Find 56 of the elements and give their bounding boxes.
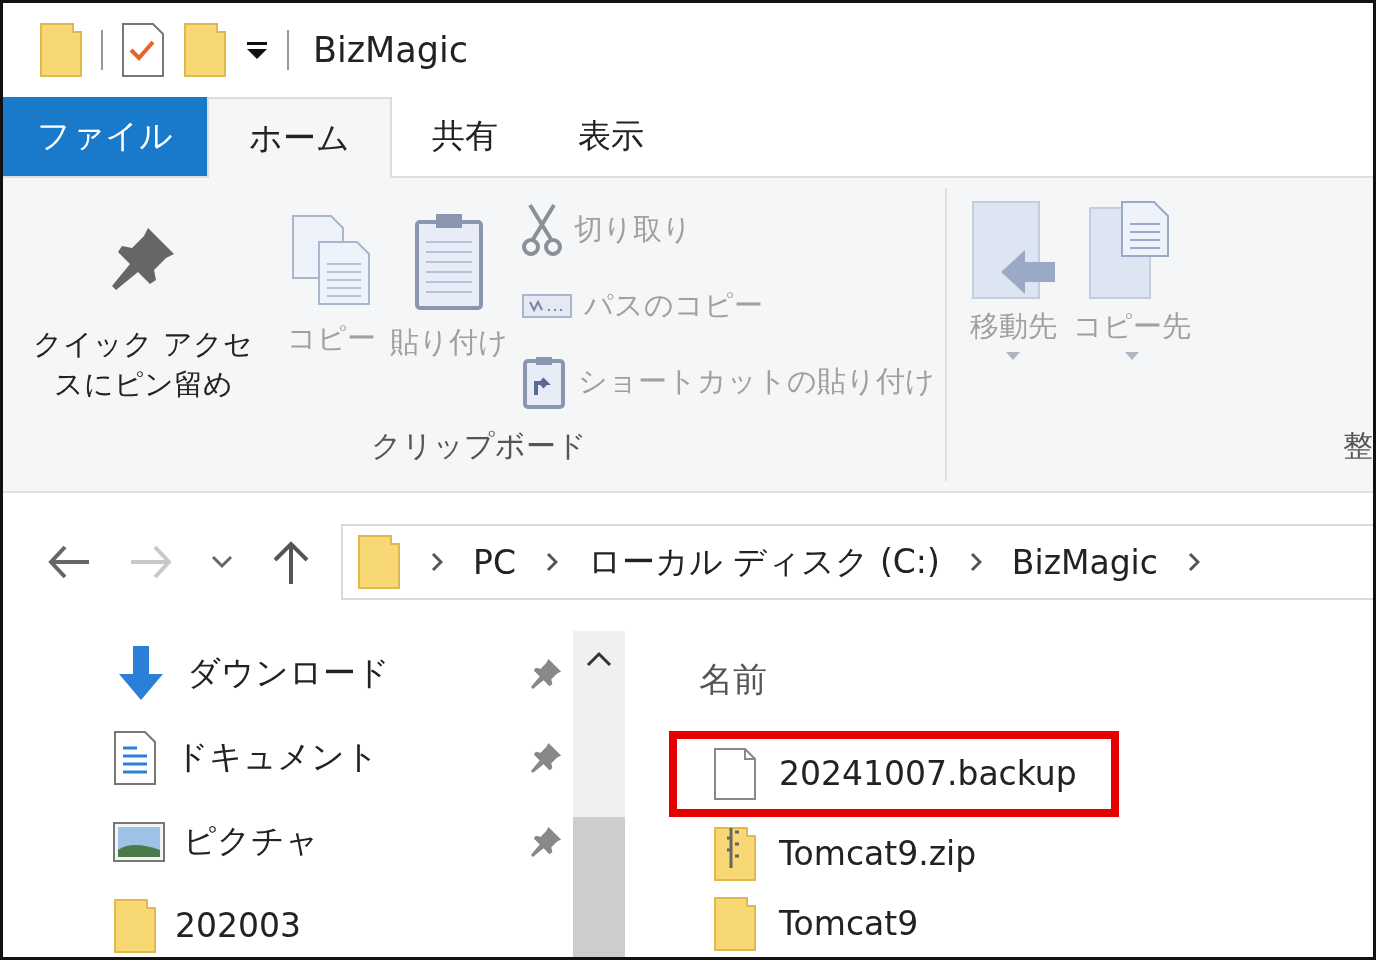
- button-label: コピー: [287, 319, 376, 357]
- chevron-up-icon[interactable]: [586, 651, 612, 667]
- chevron-right-icon: [545, 552, 558, 573]
- ribbon-tab[interactable]: 共有: [392, 96, 538, 176]
- file-name: Tomcat9: [779, 904, 919, 944]
- dropdown-icon[interactable]: [245, 39, 269, 60]
- column-header[interactable]: 名前: [669, 631, 1373, 727]
- button-label: 移動先: [969, 307, 1057, 345]
- folder-icon: [713, 896, 757, 952]
- dropdown-arrow-icon: [1006, 352, 1020, 361]
- breadcrumb[interactable]: PC: [473, 542, 516, 582]
- window-title: BizMagic: [313, 29, 468, 70]
- button-label: パスのコピー: [584, 286, 763, 324]
- breadcrumb[interactable]: ローカル ディスク (C:): [587, 539, 940, 585]
- chevron-right-icon: [969, 552, 982, 573]
- folder-icon: [113, 898, 157, 954]
- scrollbar-thumb[interactable]: [573, 817, 625, 957]
- file-row[interactable]: Tomcat9: [669, 891, 1119, 957]
- breadcrumb[interactable]: BizMagic: [1011, 542, 1158, 582]
- file-icon: [713, 747, 757, 801]
- path-icon: [522, 293, 572, 318]
- clipboard-icon: [414, 211, 484, 312]
- scrollbar[interactable]: [573, 631, 625, 957]
- nav-item[interactable]: 202003: [175, 906, 573, 946]
- button-label: 切り取り: [574, 210, 692, 248]
- chevron-right-icon: [1187, 552, 1200, 573]
- file-name: Tomcat9.zip: [779, 834, 977, 874]
- chevron-right-icon: [431, 552, 443, 573]
- dropdown-arrow-icon: [1125, 352, 1139, 361]
- address-bar[interactable]: PC ローカル ディスク (C:) BizMagic: [341, 524, 1373, 601]
- ribbon-button[interactable]: クイック アクセスにピン留め: [23, 193, 263, 427]
- nav-item[interactable]: ドキュメント: [175, 735, 511, 781]
- button-label: クイック アクセスにピン留め: [32, 325, 254, 404]
- group-label: 整: [1342, 427, 1373, 466]
- zip-folder-icon: [713, 826, 757, 882]
- ribbon-tab[interactable]: 表示: [538, 96, 684, 176]
- ribbon-tab[interactable]: ファイル: [3, 96, 207, 176]
- button-label: ショートカットの貼り付け: [578, 362, 935, 400]
- back-arrow-icon[interactable]: [47, 544, 91, 581]
- group-label: クリップボード: [370, 427, 588, 466]
- chevron-down-icon[interactable]: [211, 555, 233, 570]
- scissors-icon: [522, 202, 562, 257]
- folder-icon: [357, 534, 401, 591]
- nav-item[interactable]: ピクチャ: [183, 819, 511, 865]
- up-arrow-icon[interactable]: [271, 540, 311, 585]
- ribbon-tab[interactable]: ホーム: [207, 96, 392, 178]
- document-icon: [113, 730, 157, 786]
- picture-icon: [113, 822, 165, 862]
- file-row[interactable]: 20241007.backup: [669, 731, 1119, 817]
- shortcut-icon: [522, 354, 566, 409]
- nav-item[interactable]: ダウンロード: [187, 651, 511, 697]
- file-name: 20241007.backup: [779, 754, 1077, 794]
- button-label: コピー先: [1073, 307, 1191, 345]
- file-row[interactable]: Tomcat9.zip: [669, 821, 1119, 887]
- button-label: 貼り付け: [390, 323, 508, 361]
- properties-icon[interactable]: [121, 21, 165, 78]
